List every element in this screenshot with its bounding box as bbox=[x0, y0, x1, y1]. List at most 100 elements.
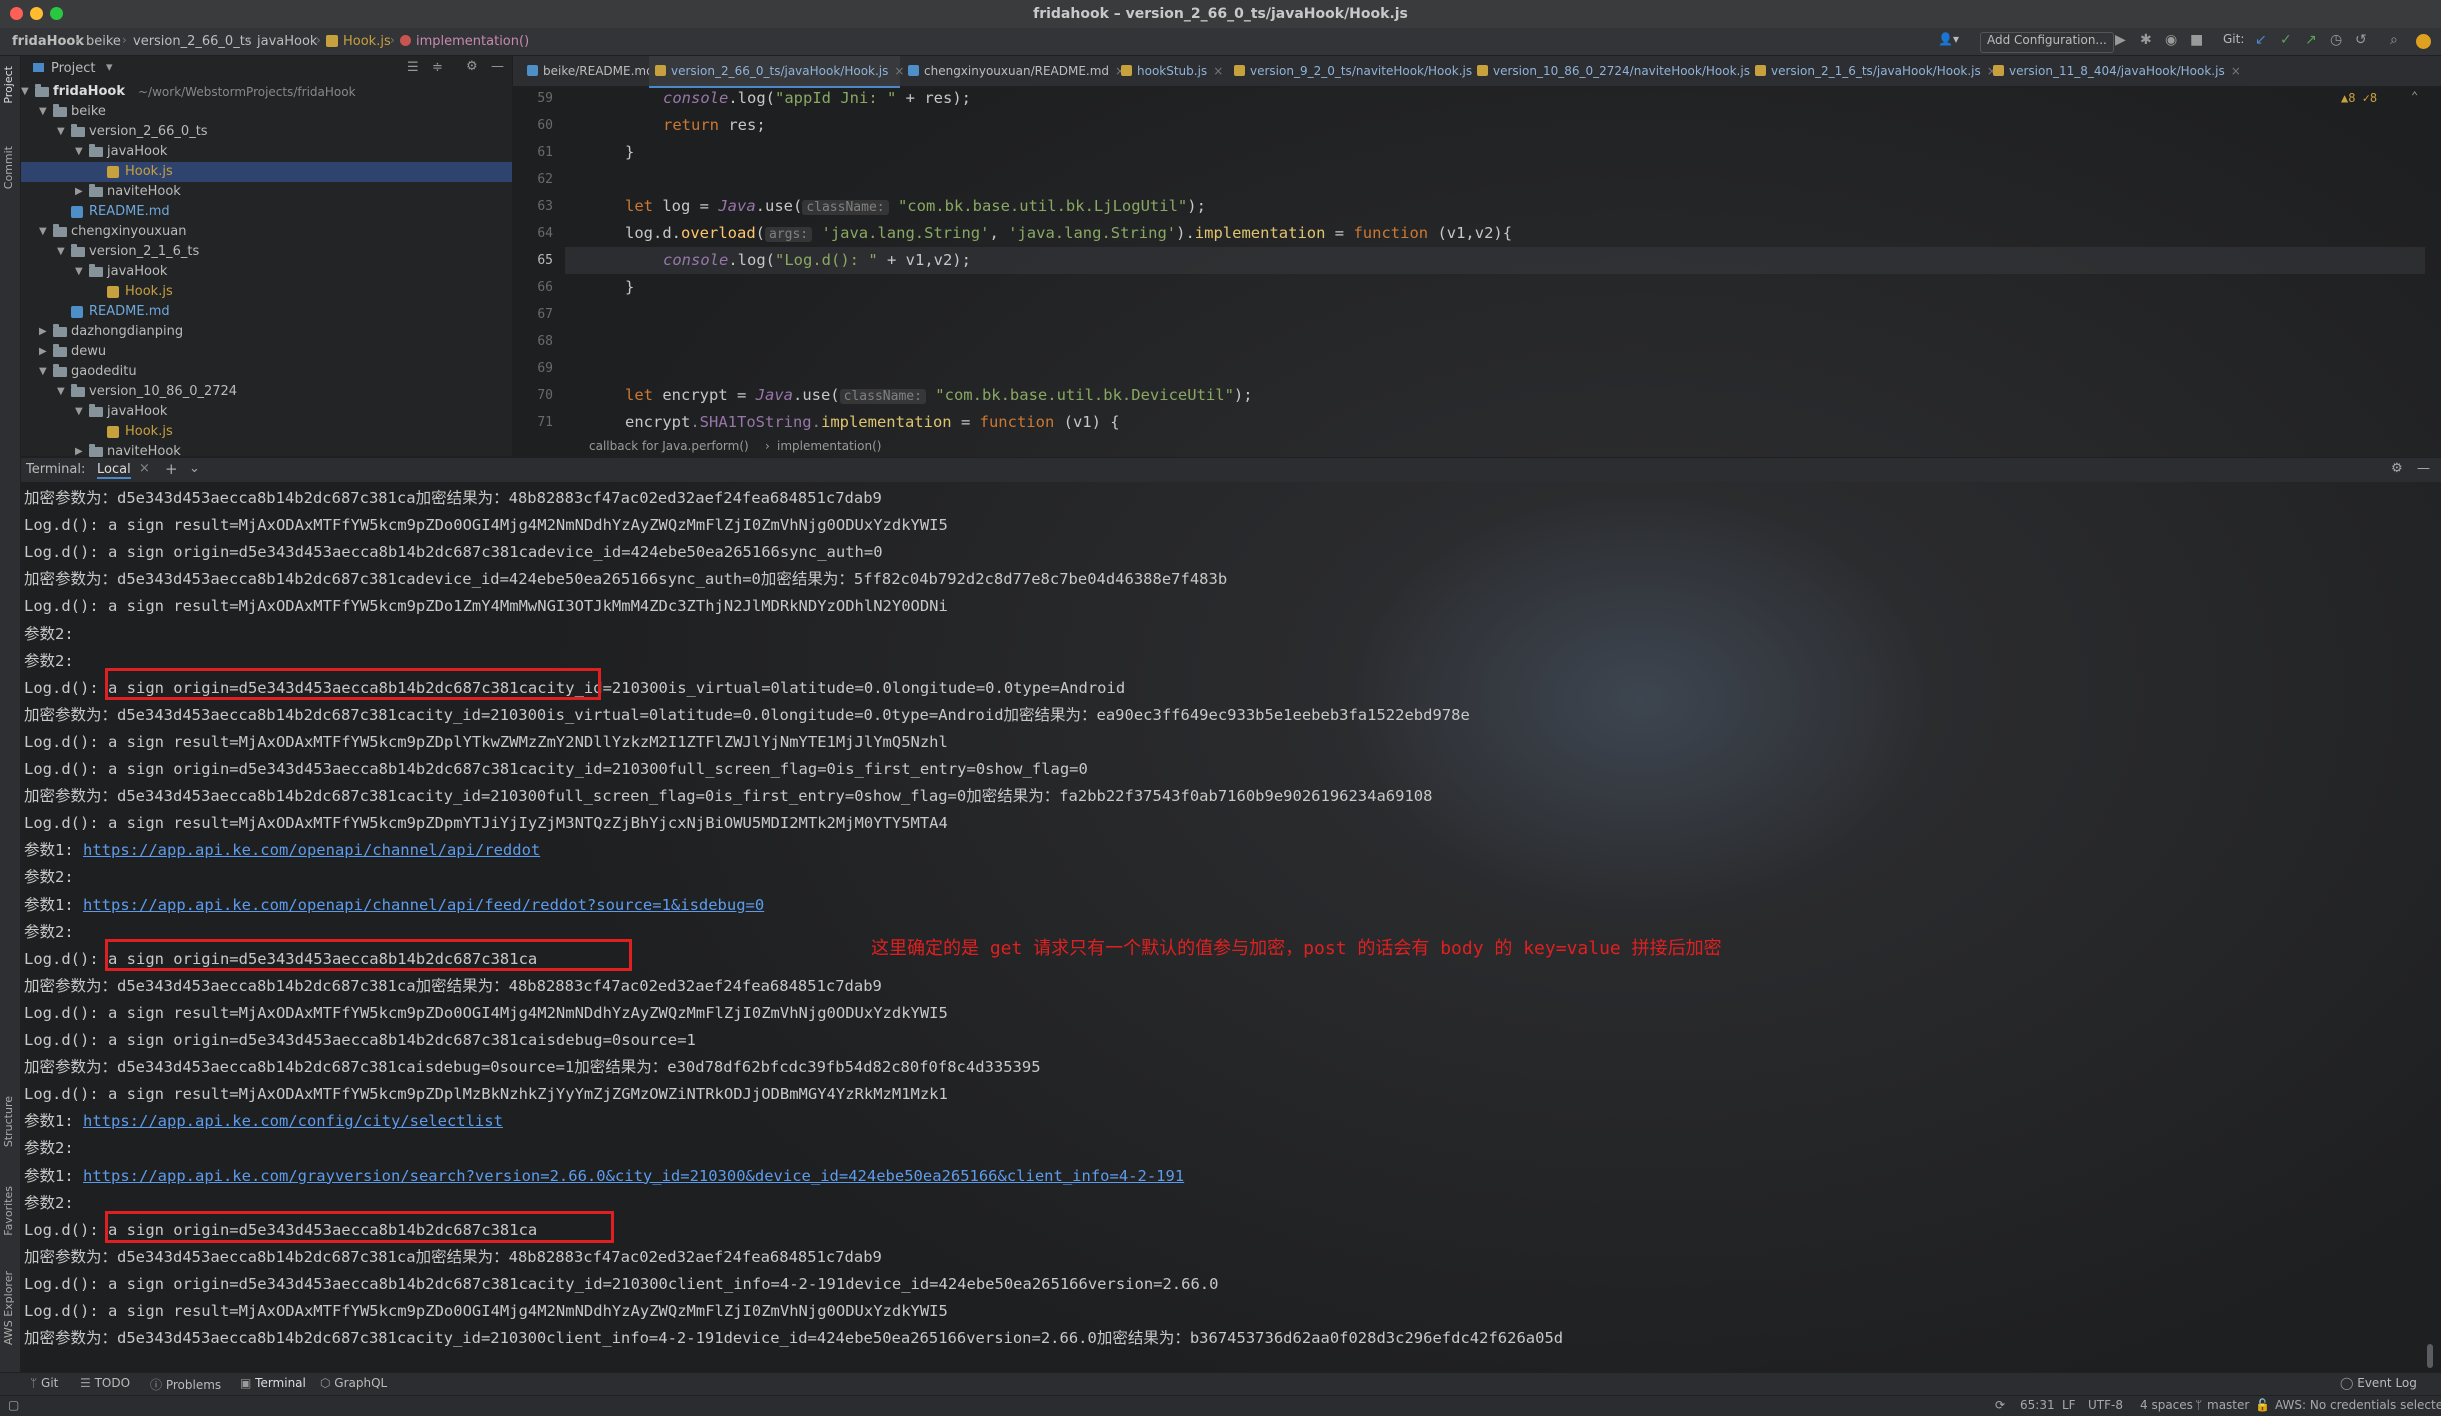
chevron-down-icon[interactable]: ▼ bbox=[75, 402, 83, 422]
editor-tab[interactable]: version_11_8_404/javaHook/Hook.js × bbox=[1987, 56, 2241, 86]
editor-tab[interactable]: version_9_2_0_ts/naviteHook/Hook.js× bbox=[1228, 56, 1488, 86]
commit-tool-button[interactable]: Commit bbox=[2, 146, 15, 189]
new-terminal-icon[interactable]: + bbox=[165, 460, 178, 478]
favorites-tool-button[interactable]: Favorites bbox=[2, 1186, 15, 1236]
git-push-icon[interactable]: ↗ bbox=[2305, 32, 2317, 51]
caret-position[interactable]: 65:31 bbox=[2020, 1398, 2055, 1412]
hide-panel-icon[interactable]: — bbox=[491, 59, 504, 74]
tree-item[interactable]: ▼ javaHook bbox=[21, 262, 512, 282]
breadcrumb-beike[interactable]: beike bbox=[86, 34, 121, 49]
stop-icon[interactable]: ■ bbox=[2190, 32, 2203, 51]
chevron-up-icon[interactable]: ⌃ bbox=[2411, 89, 2418, 103]
editor-tab[interactable]: beike/README.md× bbox=[521, 56, 670, 86]
tree-item[interactable]: Hook.js bbox=[21, 422, 512, 442]
project-tool-button[interactable]: Project bbox=[2, 66, 15, 104]
terminal-link[interactable]: https://app.api.ke.com/openapi/channel/a… bbox=[83, 896, 764, 914]
tree-item[interactable]: ▼ chengxinyouxuan bbox=[21, 222, 512, 242]
chevron-down-icon[interactable]: ▼ bbox=[57, 242, 65, 262]
chevron-right-icon[interactable]: ▶ bbox=[75, 182, 83, 202]
code-editor[interactable]: 59 60 61 62 63 64 65 66 67 68 69 70 71 ▲8 ✓8 ⌃ conso… bbox=[513, 87, 2441, 442]
git-update-icon[interactable]: ↙ bbox=[2255, 32, 2267, 51]
graphql-tool-button[interactable]: ⬡ GraphQL bbox=[320, 1376, 387, 1390]
indent-setting[interactable]: 4 spaces bbox=[2140, 1398, 2193, 1412]
file-encoding[interactable]: UTF-8 bbox=[2088, 1398, 2123, 1412]
editor-tab[interactable]: version_10_86_0_2724/naviteHook/Hook.js× bbox=[1471, 56, 1766, 86]
chevron-down-icon[interactable]: ⌄ bbox=[189, 461, 200, 476]
terminal-link[interactable]: https://app.api.ke.com/grayversion/searc… bbox=[83, 1167, 1184, 1185]
close-icon[interactable]: × bbox=[1213, 64, 1223, 78]
tree-item[interactable]: ▼ version_2_66_0_ts bbox=[21, 122, 512, 142]
aws-credentials[interactable]: AWS: No credentials selected bbox=[2275, 1398, 2441, 1412]
run-icon[interactable]: ▶ bbox=[2115, 32, 2126, 51]
add-configuration-button[interactable]: Add Configuration... bbox=[1980, 32, 2114, 53]
collapse-all-icon[interactable]: ≑ bbox=[432, 60, 443, 75]
chevron-down-icon[interactable]: ▼ bbox=[75, 262, 83, 282]
tree-item[interactable]: Hook.js bbox=[21, 282, 512, 302]
gear-icon[interactable]: ⚙ bbox=[466, 59, 478, 74]
coverage-icon[interactable]: ◉ bbox=[2165, 32, 2177, 51]
problems-tool-button[interactable]: ⓘ Problems bbox=[150, 1376, 221, 1393]
gear-icon[interactable]: ⚙ bbox=[2391, 461, 2403, 476]
chevron-down-icon[interactable]: ▼ bbox=[39, 222, 47, 242]
editor-tab[interactable]: hookStub.js × bbox=[1115, 56, 1226, 86]
tree-item[interactable]: README.md bbox=[21, 302, 512, 322]
terminal-link[interactable]: https://app.api.ke.com/openapi/channel/a… bbox=[83, 841, 540, 859]
inspection-widget[interactable]: ▲8 ✓8 bbox=[2341, 91, 2377, 105]
chevron-right-icon[interactable]: ▶ bbox=[39, 342, 47, 362]
sync-icon[interactable]: ⟳ bbox=[1995, 1398, 2005, 1412]
tree-item[interactable]: ▶ dewu bbox=[21, 342, 512, 362]
tab-terminal-local[interactable]: Local bbox=[97, 462, 131, 479]
breadcrumb-file[interactable]: Hook.js bbox=[343, 34, 391, 49]
breadcrumb-project[interactable]: fridaHook bbox=[12, 34, 84, 49]
chevron-down-icon[interactable]: ▼ bbox=[75, 142, 83, 162]
lock-icon[interactable]: 🔓 bbox=[2255, 1398, 2270, 1412]
tree-item[interactable]: ▼ javaHook bbox=[21, 142, 512, 162]
chevron-down-icon[interactable]: ▼ bbox=[57, 122, 65, 142]
terminal-tool-button[interactable]: ▣ Terminal bbox=[240, 1376, 306, 1390]
project-view-selector[interactable]: Project bbox=[51, 61, 95, 76]
breadcrumb-javahook[interactable]: javaHook bbox=[257, 34, 317, 49]
event-log-button[interactable]: ◯ Event Log bbox=[2340, 1376, 2417, 1390]
rollback-icon[interactable]: ↺ bbox=[2355, 32, 2367, 51]
expand-all-icon[interactable]: ☰ bbox=[407, 60, 419, 75]
tree-item[interactable]: ▼ fridaHook ~/work/WebstormProjects/fridaH… bbox=[21, 82, 512, 102]
terminal-output[interactable]: 加密参数为：d5e343d453aecca8b14b2dc687c381caci… bbox=[21, 482, 2421, 1370]
aws-explorer-tool-button[interactable]: AWS Explorer bbox=[2, 1271, 15, 1345]
git-commit-icon[interactable]: ✓ bbox=[2280, 32, 2292, 51]
layout-icon[interactable]: ▢ bbox=[8, 1398, 19, 1412]
tree-item[interactable]: ▼ beike bbox=[21, 102, 512, 122]
breadcrumb-version[interactable]: version_2_66_0_ts bbox=[133, 34, 252, 49]
tree-item[interactable]: ▶ dazhongdianping bbox=[21, 322, 512, 342]
structure-tool-button[interactable]: Structure bbox=[2, 1096, 15, 1147]
tree-item[interactable]: ▼ javaHook bbox=[21, 402, 512, 422]
user-icon[interactable]: 👤▾ bbox=[1938, 32, 1959, 51]
hide-panel-icon[interactable]: — bbox=[2417, 461, 2430, 476]
breadcrumb-callback[interactable]: callback for Java.perform() bbox=[589, 439, 749, 453]
history-icon[interactable]: ◷ bbox=[2330, 32, 2342, 51]
search-icon[interactable]: ⌕ bbox=[2390, 32, 2398, 51]
terminal-scrollbar[interactable] bbox=[2427, 484, 2435, 1368]
editor-tab[interactable]: version_2_66_0_ts/javaHook/Hook.js × bbox=[649, 56, 904, 88]
editor-tab[interactable]: chengxinyouxuan/README.md× bbox=[902, 56, 1125, 86]
editor-tab[interactable]: version_2_1_6_ts/javaHook/Hook.js × bbox=[1749, 56, 1997, 86]
tree-item[interactable]: ▼ gaodeditu bbox=[21, 362, 512, 382]
close-icon[interactable]: × bbox=[2231, 64, 2241, 78]
tree-item[interactable]: ▶ naviteHook bbox=[21, 182, 512, 202]
tree-item[interactable]: Hook.js bbox=[21, 162, 512, 182]
chevron-down-icon[interactable]: ▼ bbox=[57, 382, 65, 402]
debug-icon[interactable]: ✱ bbox=[2140, 32, 2152, 51]
tree-item[interactable]: ▼ version_10_86_0_2724 bbox=[21, 382, 512, 402]
chevron-down-icon[interactable]: ▼ bbox=[21, 82, 29, 102]
tree-item[interactable]: ▼ version_2_1_6_ts bbox=[21, 242, 512, 262]
close-icon[interactable]: × bbox=[139, 461, 150, 476]
notification-icon[interactable] bbox=[2416, 34, 2431, 49]
line-separator[interactable]: LF bbox=[2062, 1398, 2076, 1412]
todo-tool-button[interactable]: ☰ TODO bbox=[80, 1376, 130, 1390]
chevron-down-icon[interactable]: ▾ bbox=[106, 60, 113, 75]
chevron-down-icon[interactable]: ▼ bbox=[39, 102, 47, 122]
breadcrumb-implementation[interactable]: implementation() bbox=[777, 439, 881, 453]
breadcrumb-method[interactable]: implementation() bbox=[416, 34, 529, 49]
git-branch[interactable]: master bbox=[2207, 1398, 2249, 1412]
tree-item[interactable]: README.md bbox=[21, 202, 512, 222]
scrollbar-thumb[interactable] bbox=[2427, 1344, 2433, 1368]
